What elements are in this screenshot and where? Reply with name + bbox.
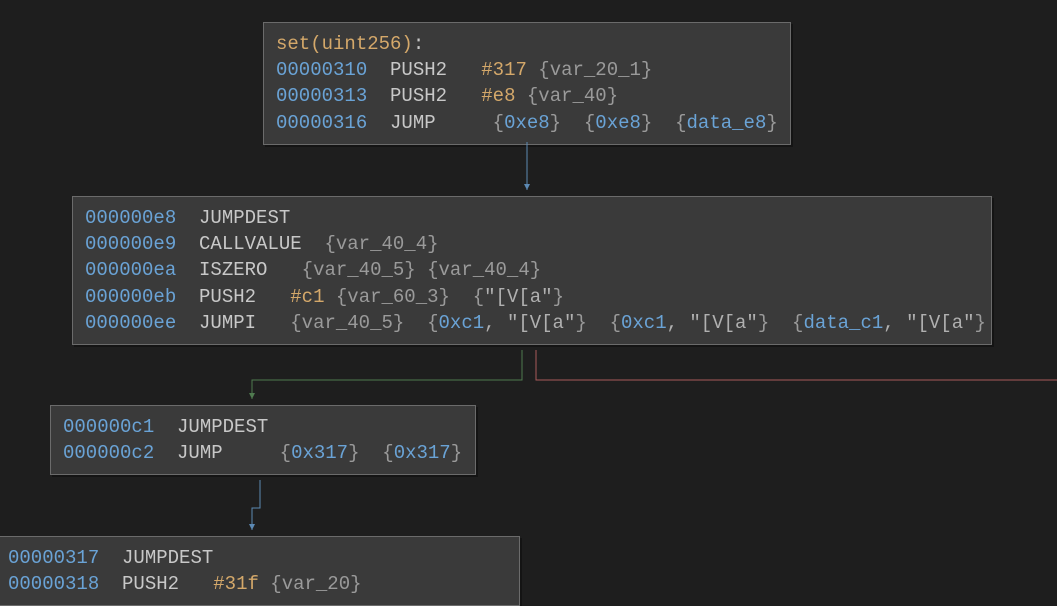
instruction-row: 000000c1 JUMPDEST <box>63 414 463 440</box>
cfg-block-2: 000000e8 JUMPDEST 000000e9 CALLVALUE {va… <box>72 196 992 345</box>
edge-2-3 <box>252 350 522 399</box>
cfg-block-1: set(uint256): 00000310 PUSH2 #317 {var_2… <box>263 22 791 145</box>
func-header: set(uint256): <box>276 31 778 57</box>
instruction-row: 000000e8 JUMPDEST <box>85 205 979 231</box>
edge-3-4 <box>252 480 260 530</box>
instruction-row: 000000ea ISZERO {var_40_5} {var_40_4} <box>85 257 979 283</box>
edge-2-right <box>536 350 1057 380</box>
instruction-row: 000000c2 JUMP {0x317} {0x317} <box>63 440 463 466</box>
cfg-block-4: 00000317 JUMPDEST 00000318 PUSH2 #31f {v… <box>0 536 520 606</box>
instruction-row: 00000310 PUSH2 #317 {var_20_1} <box>276 57 778 83</box>
instruction-row: 000000e9 CALLVALUE {var_40_4} <box>85 231 979 257</box>
cfg-block-3: 000000c1 JUMPDEST 000000c2 JUMP {0x317} … <box>50 405 476 475</box>
instruction-row: 00000313 PUSH2 #e8 {var_40} <box>276 83 778 109</box>
instruction-row: 00000318 PUSH2 #31f {var_20} <box>8 571 507 597</box>
func-sig: set(uint256) <box>276 33 413 55</box>
instruction-row: 000000eb PUSH2 #c1 {var_60_3} {"[V[a"} <box>85 284 979 310</box>
instruction-row: 00000317 JUMPDEST <box>8 545 507 571</box>
instruction-row: 00000316 JUMP {0xe8} {0xe8} {data_e8} <box>276 110 778 136</box>
instruction-row: 000000ee JUMPI {var_40_5} {0xc1, "[V[a"}… <box>85 310 979 336</box>
